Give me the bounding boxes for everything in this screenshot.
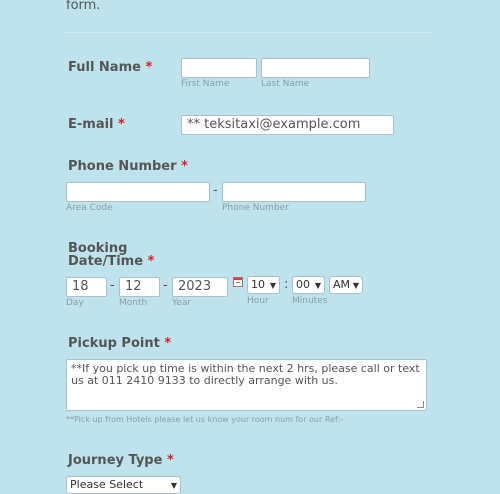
- email-label: E-mail *: [68, 118, 125, 131]
- journey-type-value: Please Select: [70, 478, 144, 491]
- pickup-note: **Pick up from Hotels please let us know…: [66, 415, 344, 424]
- journey-type-select[interactable]: Please Select ▼: [66, 476, 181, 494]
- required-mark: *: [147, 254, 155, 269]
- month-input[interactable]: 12: [119, 277, 160, 297]
- booking-label-line2: Date/Time *: [68, 255, 154, 268]
- area-code-input[interactable]: [66, 182, 210, 202]
- pickup-label-text: Pickup Point: [68, 336, 160, 351]
- booking-label-line2-text: Date/Time: [68, 254, 144, 269]
- journey-label-text: Journey Type: [68, 453, 163, 468]
- phone-label-text: Phone Number: [68, 159, 177, 174]
- date-separator: -: [110, 278, 115, 293]
- phone-number-sublabel: Phone Number: [222, 203, 289, 213]
- chevron-down-icon: ▼: [314, 281, 321, 290]
- calendar-icon[interactable]: [233, 277, 243, 287]
- resize-grip-icon[interactable]: [417, 401, 424, 408]
- minutes-value: 00: [296, 278, 310, 291]
- phone-label: Phone Number *: [68, 160, 188, 173]
- phone-separator: -: [213, 183, 218, 198]
- journey-label: Journey Type *: [68, 454, 174, 467]
- chevron-down-icon: ▼: [269, 281, 276, 290]
- ampm-select[interactable]: AM ▼: [329, 276, 363, 294]
- minutes-select[interactable]: 00 ▼: [292, 276, 325, 294]
- required-mark: *: [181, 159, 188, 174]
- hour-value: 10: [251, 278, 265, 291]
- required-mark: *: [145, 60, 153, 75]
- full-name-label-text: Full Name: [68, 60, 141, 75]
- pickup-label: Pickup Point *: [68, 337, 171, 350]
- area-code-sublabel: Area Code: [66, 203, 113, 213]
- hour-select[interactable]: 10 ▼: [247, 276, 280, 294]
- required-mark: *: [164, 336, 172, 351]
- booking-label: Booking Date/Time *: [68, 242, 154, 268]
- email-input[interactable]: ** teksitaxi@example.com: [181, 115, 394, 135]
- full-name-label: Full Name *: [68, 61, 152, 74]
- chevron-down-icon: ▼: [352, 281, 359, 290]
- form-intro-text: form.: [66, 0, 101, 13]
- month-sublabel: Month: [119, 298, 148, 308]
- email-label-text: E-mail: [68, 117, 114, 132]
- last-name-sublabel: Last Name: [261, 79, 310, 89]
- required-mark: *: [166, 453, 174, 468]
- chevron-down-icon: ▼: [170, 481, 177, 490]
- time-separator: :: [284, 277, 289, 292]
- year-input[interactable]: 2023: [172, 277, 228, 297]
- hour-sublabel: Hour: [247, 296, 269, 306]
- ampm-value: AM: [333, 278, 351, 291]
- section-divider: [66, 32, 432, 33]
- first-name-sublabel: First Name: [181, 79, 230, 89]
- last-name-input[interactable]: [261, 58, 370, 78]
- minutes-sublabel: Minutes: [292, 296, 328, 306]
- year-sublabel: Year: [172, 298, 192, 308]
- phone-number-input[interactable]: [222, 182, 366, 202]
- first-name-input[interactable]: [181, 58, 257, 78]
- day-input[interactable]: 18: [66, 277, 107, 297]
- pickup-placeholder: **If you pick up time is within the next…: [71, 362, 420, 387]
- date-separator: -: [163, 278, 168, 293]
- pickup-textarea[interactable]: **If you pick up time is within the next…: [66, 359, 427, 411]
- required-mark: *: [118, 117, 125, 132]
- day-sublabel: Day: [66, 298, 84, 308]
